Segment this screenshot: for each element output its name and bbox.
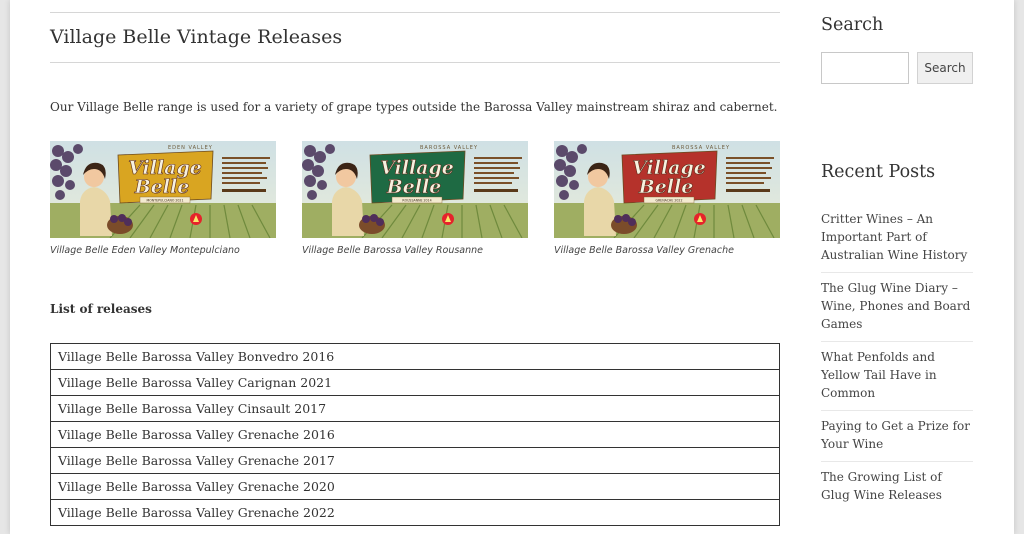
image-caption: Village Belle Eden Valley Montepulciano [50,245,240,256]
table-row: Village Belle Barossa Valley Cinsault 20… [50,395,780,422]
recent-post-link[interactable]: What Penfolds and Yellow Tail Have in Co… [821,350,937,400]
svg-text:MONTEPULCIANO 2021: MONTEPULCIANO 2021 [146,199,183,203]
list-item: The Glug Wine Diary – Wine, Phones and B… [821,273,973,342]
intro-text: Our Village Belle range is used for a va… [50,100,778,114]
svg-text:Belle: Belle [134,176,190,198]
wine-label-image: BAROSSA VALLEY Village Belle GRENACHE 20… [554,141,780,238]
search-button[interactable]: Search [917,52,973,84]
search-input[interactable] [821,52,909,84]
release-cell: Village Belle Barossa Valley Cinsault 20… [50,395,780,422]
svg-text:Belle: Belle [638,176,694,198]
table-row: Village Belle Barossa Valley Grenache 20… [50,421,780,448]
table-row: Village Belle Barossa Valley Grenache 20… [50,499,780,526]
gallery-item[interactable]: BAROSSA VALLEY Village Belle GRENACHE 20… [554,141,780,256]
releases-heading: List of releases [50,302,152,316]
release-cell: Village Belle Barossa Valley Carignan 20… [50,369,780,396]
svg-text:ROUSSANNE 2014: ROUSSANNE 2014 [402,199,431,203]
release-cell: Village Belle Barossa Valley Grenache 20… [50,421,780,448]
svg-text:Belle: Belle [386,176,442,198]
release-cell: Village Belle Barossa Valley Grenache 20… [50,473,780,500]
page-title: Village Belle Vintage Releases [50,26,343,48]
search-title: Search [821,15,884,35]
wine-label-image: EDEN VALLEY Village Belle MONTEPULCIANO … [50,141,276,238]
svg-text:BAROSSA VALLEY: BAROSSA VALLEY [420,145,478,151]
table-row: Village Belle Barossa Valley Grenache 20… [50,473,780,500]
top-divider [50,12,780,13]
recent-post-link[interactable]: The Growing List of Glug Wine Releases [821,470,942,502]
svg-text:GRENACHE 2022: GRENACHE 2022 [656,199,683,203]
list-item: What Penfolds and Yellow Tail Have in Co… [821,342,973,411]
image-caption: Village Belle Barossa Valley Rousanne [302,245,484,256]
svg-text:EDEN VALLEY: EDEN VALLEY [168,145,213,151]
recent-post-link[interactable]: The Glug Wine Diary – Wine, Phones and B… [821,281,970,331]
gallery-item[interactable]: BAROSSA VALLEY Village Belle ROUSSANNE 2… [302,141,528,256]
svg-text:BAROSSA VALLEY: BAROSSA VALLEY [672,145,730,151]
release-cell: Village Belle Barossa Valley Grenache 20… [50,447,780,474]
label-gallery: EDEN VALLEY Village Belle MONTEPULCIANO … [50,141,780,261]
page: Village Belle Vintage Releases Our Villa… [10,0,1014,534]
gallery-item[interactable]: EDEN VALLEY Village Belle MONTEPULCIANO … [50,141,276,256]
recent-posts-list: Critter Wines – An Important Part of Aus… [821,204,973,512]
recent-post-link[interactable]: Paying to Get a Prize for Your Wine [821,419,970,451]
image-caption: Village Belle Barossa Valley Grenache [554,245,734,256]
list-item: The Growing List of Glug Wine Releases [821,462,973,512]
table-row: Village Belle Barossa Valley Carignan 20… [50,369,780,396]
recent-post-link[interactable]: Critter Wines – An Important Part of Aus… [821,212,967,262]
list-item: Critter Wines – An Important Part of Aus… [821,204,973,273]
table-row: Village Belle Barossa Valley Bonvedro 20… [50,343,780,370]
release-cell: Village Belle Barossa Valley Grenache 20… [50,499,780,526]
recent-posts-title: Recent Posts [821,162,936,182]
releases-table: Village Belle Barossa Valley Bonvedro 20… [50,343,780,526]
wine-label-image: BAROSSA VALLEY Village Belle ROUSSANNE 2… [302,141,528,238]
list-item: Paying to Get a Prize for Your Wine [821,411,973,462]
title-divider [50,62,780,63]
table-row: Village Belle Barossa Valley Grenache 20… [50,447,780,474]
release-cell: Village Belle Barossa Valley Bonvedro 20… [50,343,780,370]
